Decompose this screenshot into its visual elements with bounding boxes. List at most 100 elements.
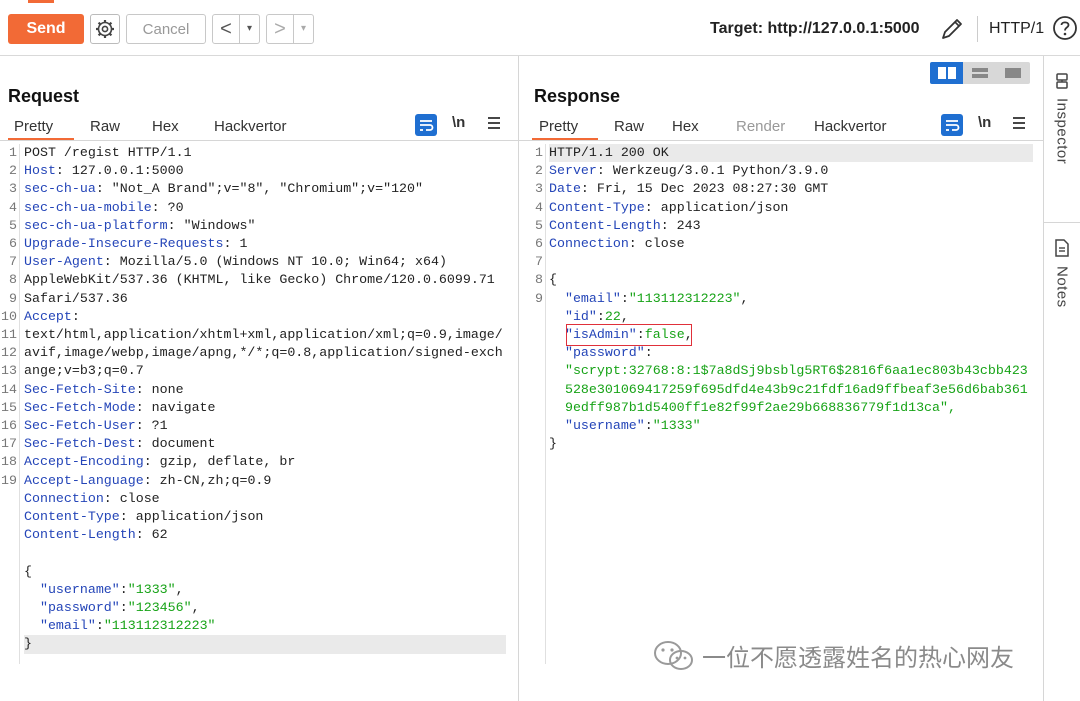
wechat-icon xyxy=(654,640,693,670)
split-columns-icon xyxy=(937,67,956,79)
history-forward-group: > ▾ xyxy=(266,14,314,44)
header-value: navigate xyxy=(143,399,216,415)
line-number: 8 xyxy=(535,272,543,288)
json-colon: : xyxy=(119,600,128,616)
layout-stacked-button[interactable] xyxy=(963,62,997,84)
json-colon: : xyxy=(644,345,653,361)
header-value: 127.0.0.1:5000 xyxy=(63,163,184,179)
back-history-dropdown[interactable]: ▾ xyxy=(239,15,259,43)
hamburger-menu-icon xyxy=(488,117,500,129)
header-colon: : xyxy=(71,308,80,324)
request-tabs-underline xyxy=(0,140,518,141)
line-number: 1 xyxy=(535,145,543,160)
gear-icon xyxy=(96,20,114,38)
header-colon: : xyxy=(143,472,152,488)
request-line-numbers: 1 2 3 4 5 6 7 8 9 10 11 12 13 14 15 16 17 18 19 xyxy=(0,144,20,664)
json-key: "email" xyxy=(39,618,96,634)
response-menu-button[interactable] xyxy=(1011,114,1027,137)
header-name: Date xyxy=(549,181,581,197)
tab-request-hackvertor[interactable]: Hackvertor xyxy=(198,112,308,140)
settings-button[interactable] xyxy=(90,14,120,44)
inspector-tab[interactable]: Inspector xyxy=(1044,72,1080,164)
header-colon: : xyxy=(596,163,605,179)
header-value: none xyxy=(143,381,184,397)
response-tabs-underline xyxy=(519,140,1043,141)
pane-divider[interactable] xyxy=(518,56,519,701)
inspector-icon xyxy=(1056,73,1068,89)
notes-tab[interactable]: Notes xyxy=(1044,238,1080,308)
json-string-value: "scrypt:32768:8:1$7a8dSj9bsblg5RT6$2816f… xyxy=(564,363,1028,379)
tab-response-hex[interactable]: Hex xyxy=(660,112,722,140)
edit-target-button[interactable] xyxy=(938,14,966,44)
request-menu-button[interactable] xyxy=(486,114,502,137)
code-line: Sec-Fetch-Mode: navigate xyxy=(24,399,506,417)
line-number: 19 xyxy=(1,472,17,488)
header-name: Server xyxy=(549,163,597,179)
http-version-toggle[interactable]: HTTP/1 xyxy=(989,20,1044,38)
json-comma: , xyxy=(175,581,184,597)
line-number: 4 xyxy=(535,199,543,215)
code-line: } xyxy=(549,435,1033,453)
code-line: Host: 127.0.0.1:5000 xyxy=(24,162,506,180)
code-line: HTTP/1.1 200 OK xyxy=(549,144,1033,163)
header-name: Content-Type xyxy=(24,509,120,525)
line-number: 12 xyxy=(1,345,17,361)
request-wrap-toggle[interactable] xyxy=(415,114,437,136)
json-key: "username" xyxy=(39,581,120,597)
header-name: Accept-Language xyxy=(24,472,144,488)
line-number: 10 xyxy=(1,308,17,324)
header-colon: : xyxy=(167,217,176,233)
layout-side-by-side-button[interactable] xyxy=(930,62,964,84)
forward-button[interactable]: > xyxy=(267,15,293,43)
code-line: text/html,application/xhtml+xml,applicat… xyxy=(24,326,506,344)
header-name: Content-Length xyxy=(549,217,661,233)
line-number: 7 xyxy=(9,254,17,270)
code-text: ange;v=b3;q=0.7 xyxy=(24,363,144,379)
line-number: 3 xyxy=(535,181,543,197)
response-newline-toggle[interactable]: \n xyxy=(978,114,991,131)
code-text: { xyxy=(549,272,557,288)
tab-request-hex[interactable]: Hex xyxy=(136,112,198,140)
tab-request-pretty[interactable]: Pretty xyxy=(8,112,74,140)
line-number: 3 xyxy=(9,181,17,197)
tab-request-raw[interactable]: Raw xyxy=(74,112,136,140)
help-icon xyxy=(1053,16,1077,40)
tab-response-hackvertor[interactable]: Hackvertor xyxy=(804,112,914,140)
line-number: 9 xyxy=(9,290,17,306)
pencil-icon xyxy=(942,19,962,39)
tab-response-pretty[interactable]: Pretty xyxy=(532,112,598,140)
header-name: sec-ch-ua-mobile xyxy=(24,199,152,215)
header-colon: : xyxy=(628,236,637,252)
json-key: "password" xyxy=(564,345,645,361)
header-name: Content-Type xyxy=(549,199,645,215)
response-wrap-toggle[interactable] xyxy=(941,114,963,136)
header-value: close xyxy=(636,236,685,252)
code-line: Content-Length: 243 xyxy=(549,217,1033,235)
code-line: Content-Type: application/json xyxy=(549,199,1033,217)
back-button[interactable]: < xyxy=(213,15,239,43)
help-button[interactable] xyxy=(1051,14,1079,42)
request-newline-toggle[interactable]: \n xyxy=(452,114,465,131)
layout-tabs-button[interactable] xyxy=(996,62,1030,84)
code-text: text/html,application/xhtml+xml,applicat… xyxy=(24,327,503,343)
forward-history-dropdown[interactable]: ▾ xyxy=(293,15,313,43)
cancel-button[interactable]: Cancel xyxy=(126,14,206,44)
json-colon: : xyxy=(620,290,629,306)
line-number: 6 xyxy=(9,236,17,252)
tab-response-raw[interactable]: Raw xyxy=(598,112,660,140)
code-line: "scrypt:32768:8:1$7a8dSj9bsblg5RT6$2816f… xyxy=(549,362,1033,380)
code-line: "password": xyxy=(549,344,1033,362)
tab-response-render[interactable]: Render xyxy=(722,112,804,140)
send-button[interactable]: Send xyxy=(8,14,84,44)
line-number: 6 xyxy=(535,236,543,252)
header-value: Mozilla/5.0 (Windows NT 10.0; Win64; x64… xyxy=(111,254,447,270)
header-name: Accept xyxy=(24,308,72,324)
code-line: Content-Length: 62 xyxy=(24,526,506,544)
code-line: "username":"1333", xyxy=(24,581,506,599)
